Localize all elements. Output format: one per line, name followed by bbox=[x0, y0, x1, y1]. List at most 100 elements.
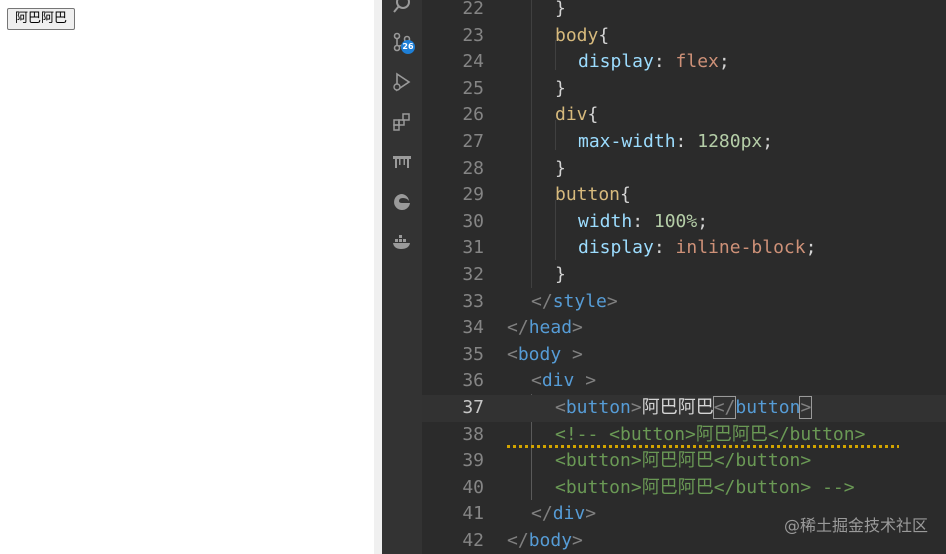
line-number: 29 bbox=[462, 184, 484, 206]
code-token: { bbox=[620, 184, 631, 206]
code-token: div bbox=[555, 104, 588, 126]
code-token: : bbox=[653, 237, 665, 259]
code-token: head bbox=[528, 317, 573, 339]
code-token: display bbox=[578, 51, 654, 73]
line-number: 28 bbox=[462, 157, 484, 179]
search-icon[interactable] bbox=[392, 0, 412, 14]
code-token: button bbox=[555, 184, 621, 206]
code-token: < bbox=[555, 397, 566, 418]
docker-icon[interactable] bbox=[392, 232, 412, 252]
line-number: 42 bbox=[462, 530, 484, 551]
code-token: 1280px bbox=[697, 131, 763, 152]
code-line: 22 } bbox=[422, 0, 946, 23]
line-number: 36 bbox=[462, 370, 484, 392]
code-token: } bbox=[555, 0, 566, 19]
source-control-badge: 26 bbox=[401, 40, 415, 54]
code-token: 100% bbox=[653, 210, 698, 232]
extensions-icon[interactable] bbox=[392, 112, 412, 132]
bracket-match: > bbox=[799, 396, 813, 419]
split-divider[interactable] bbox=[374, 0, 382, 554]
line-number: 41 bbox=[462, 503, 484, 525]
code-line: 39 <button>阿巴阿巴</button> bbox=[422, 448, 946, 475]
code-line: 35 <body > bbox=[422, 342, 946, 369]
line-number: 33 bbox=[462, 290, 484, 312]
code-token: </ bbox=[531, 503, 553, 525]
code-token: < bbox=[507, 343, 518, 365]
code-line: 25 } bbox=[422, 76, 946, 103]
code-token: > bbox=[585, 370, 597, 392]
code-token: width bbox=[578, 210, 633, 232]
code-token: flex bbox=[675, 51, 719, 73]
line-number: 37 bbox=[462, 397, 484, 418]
code-token: ; bbox=[805, 237, 817, 259]
code-line: 24 display: flex; bbox=[422, 49, 946, 76]
line-number: 39 bbox=[462, 450, 484, 472]
code-token: </ bbox=[531, 290, 553, 312]
code-token: > bbox=[572, 317, 583, 339]
code-token: </ bbox=[507, 317, 529, 339]
code-line: 23 body{ bbox=[422, 23, 946, 50]
code-token: body bbox=[555, 24, 599, 46]
code-token: </ bbox=[507, 530, 529, 551]
code-line: 27 max-width: 1280px; bbox=[422, 129, 946, 156]
code-token: < bbox=[531, 370, 542, 392]
line-number: 23 bbox=[462, 24, 484, 46]
code-token: button bbox=[565, 397, 631, 418]
code-line: 32 } bbox=[422, 262, 946, 289]
line-number: 31 bbox=[462, 237, 484, 259]
code-token: > bbox=[572, 530, 583, 551]
code-token: 阿巴阿巴 bbox=[641, 397, 714, 418]
code-line: 26 div{ bbox=[422, 102, 946, 129]
code-token: max-width bbox=[578, 131, 676, 152]
code-line: 31 display: inline-block; bbox=[422, 235, 946, 262]
code-token: { bbox=[598, 24, 610, 46]
run-debug-icon[interactable] bbox=[392, 72, 412, 92]
code-token: style bbox=[552, 290, 607, 312]
line-number: 25 bbox=[462, 77, 484, 99]
code-line: 34 </head> bbox=[422, 315, 946, 342]
code-token: : bbox=[675, 131, 687, 152]
code-token: > bbox=[585, 503, 597, 525]
code-token: > bbox=[606, 290, 618, 312]
edge-icon[interactable] bbox=[392, 192, 412, 212]
line-number: 24 bbox=[462, 51, 484, 73]
code-token: ; bbox=[697, 210, 709, 232]
code-line: 29 button{ bbox=[422, 182, 946, 209]
code-line: 36 <div > bbox=[422, 368, 946, 395]
code-token: ; bbox=[718, 51, 730, 73]
line-number: 34 bbox=[462, 317, 484, 339]
code-token: div bbox=[541, 370, 575, 392]
line-number: 32 bbox=[462, 264, 484, 285]
watermark: @稀土掘金技术社区 bbox=[783, 516, 928, 535]
line-number: 22 bbox=[462, 0, 484, 19]
code-editor[interactable]: 22 } 23 body{ 24 display: flex; 25 } 26 … bbox=[422, 0, 946, 554]
code-token: display bbox=[578, 237, 654, 259]
code-token: > bbox=[630, 397, 642, 418]
code-token: : bbox=[632, 210, 644, 232]
preview-button[interactable]: 阿巴阿巴 bbox=[7, 8, 76, 30]
line-number: 38 bbox=[462, 423, 484, 445]
code-comment: <button>阿巴阿巴</button> --> bbox=[555, 476, 855, 498]
code-token: : bbox=[653, 51, 665, 73]
activity-bar: 26 bbox=[382, 0, 422, 554]
code-line: 40 <button>阿巴阿巴</button> --> bbox=[422, 475, 946, 502]
code-line-current: 37 <button>阿巴阿巴</button> bbox=[422, 395, 946, 422]
bridge-icon[interactable] bbox=[392, 152, 412, 172]
code-token: ; bbox=[762, 131, 774, 152]
code-comment: <button>阿巴阿巴</button> bbox=[555, 450, 812, 472]
code-token: body bbox=[528, 530, 573, 551]
code-token: { bbox=[587, 104, 599, 126]
code-line: 28 } bbox=[422, 156, 946, 183]
line-number: 26 bbox=[462, 104, 484, 126]
line-number: 30 bbox=[462, 210, 484, 232]
line-number: 40 bbox=[462, 476, 484, 498]
code-token: } bbox=[555, 264, 566, 285]
browser-preview: 阿巴阿巴 bbox=[0, 0, 374, 554]
code-line: 33 </style> bbox=[422, 289, 946, 316]
code-token: button bbox=[735, 397, 801, 418]
line-number: 27 bbox=[462, 131, 484, 152]
code-token: } bbox=[555, 77, 566, 99]
code-token: body bbox=[517, 343, 562, 365]
bracket-match: </ bbox=[712, 396, 737, 419]
code-token: div bbox=[552, 503, 586, 525]
